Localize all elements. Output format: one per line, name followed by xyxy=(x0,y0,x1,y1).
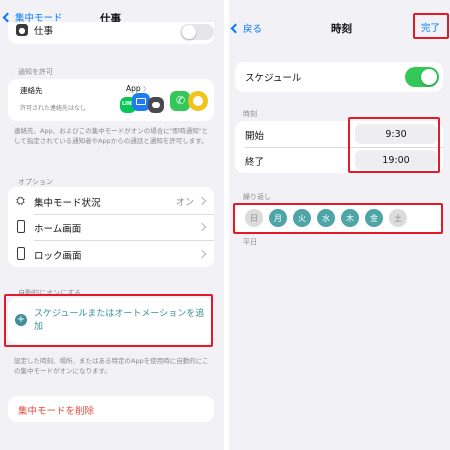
focus-toggle-row: ● 仕事 xyxy=(8,22,214,44)
page-title: 時刻 xyxy=(331,23,352,35)
time-highlight-box xyxy=(348,117,440,173)
schedule-toggle[interactable] xyxy=(405,67,439,87)
top-row-label: 仕事 xyxy=(34,26,54,37)
highlight-box xyxy=(4,294,213,347)
end-label: 終了 xyxy=(245,157,265,168)
apps-label: App xyxy=(126,84,141,93)
repeat-caption: 繰り返し xyxy=(243,193,271,201)
option-label: ロック画面 xyxy=(34,251,82,262)
option-label: 集中モード状況 xyxy=(34,198,101,209)
auto-footnote: 設定した時刻、場所、またはある特定のAppを使用時に自動的にこの集中モードがオン… xyxy=(14,357,209,375)
option-label: ホーム画面 xyxy=(34,224,82,235)
days-highlight-box xyxy=(233,203,443,234)
delete-card: 集中モードを削除 xyxy=(8,396,214,422)
apps-tile[interactable]: App 〉 LINE ✆ xyxy=(118,81,210,119)
people-sub: 許可された連絡先はなし xyxy=(20,105,87,112)
chevron-left-icon xyxy=(2,12,13,22)
people-tile[interactable]: 連絡先 許可された連絡先はなし xyxy=(14,81,110,119)
notifications-caption: 通知を許可 xyxy=(18,68,53,76)
lock-screen-row[interactable]: ロック画面 xyxy=(8,240,214,267)
focus-status-icon: ⛭ xyxy=(16,193,25,207)
options-card: ⛭ 集中モード状況 オン ホーム画面 ロック画面 xyxy=(8,187,214,267)
back-button[interactable]: 戻る xyxy=(230,21,263,35)
back-label: 戻る xyxy=(243,24,263,35)
done-highlight-box xyxy=(413,13,449,39)
time-caption: 時刻 xyxy=(243,110,257,118)
chevron-left-icon xyxy=(230,23,241,33)
clock-app-icon xyxy=(188,91,208,111)
options-caption: オプション xyxy=(18,178,53,186)
schedule-label: スケジュール xyxy=(245,73,302,84)
phone-device-icon xyxy=(17,247,25,260)
focus-status-row[interactable]: ⛭ 集中モード状況 オン xyxy=(8,187,214,214)
focus-toggle[interactable] xyxy=(180,24,214,40)
people-label: 連絡先 xyxy=(20,86,43,95)
delete-focus-button[interactable]: 集中モードを削除 xyxy=(18,403,94,417)
schedule-card: スケジュール xyxy=(235,62,443,92)
chevron-right-icon xyxy=(197,222,207,232)
start-label: 開始 xyxy=(245,131,265,142)
repeat-summary: 平日 xyxy=(243,238,257,246)
messages-app-icon xyxy=(148,97,164,113)
notifications-footnote: 連絡先、App、およびこの集中モードがオンの場合に"即時通知"として指定されてい… xyxy=(14,127,209,145)
chevron-right-icon xyxy=(197,249,207,259)
focus-settings-screen: 集中モード 仕事 ● 仕事 通知を許可 連絡先 許可された連絡先はなし App … xyxy=(0,0,224,450)
notifications-card: 連絡先 許可された連絡先はなし App 〉 LINE ✆ xyxy=(8,79,214,121)
phone-app-icon: ✆ xyxy=(170,91,190,111)
phone-device-icon xyxy=(17,220,25,233)
chevron-right-icon xyxy=(197,196,207,206)
home-screen-row[interactable]: ホーム画面 xyxy=(8,214,214,240)
person-icon: ● xyxy=(16,24,28,36)
option-value: オン xyxy=(176,198,195,208)
time-schedule-screen: 戻る 時刻 完了 スケジュール 時刻 開始 9:30 終了 19:00 繰り返し… xyxy=(229,0,450,450)
